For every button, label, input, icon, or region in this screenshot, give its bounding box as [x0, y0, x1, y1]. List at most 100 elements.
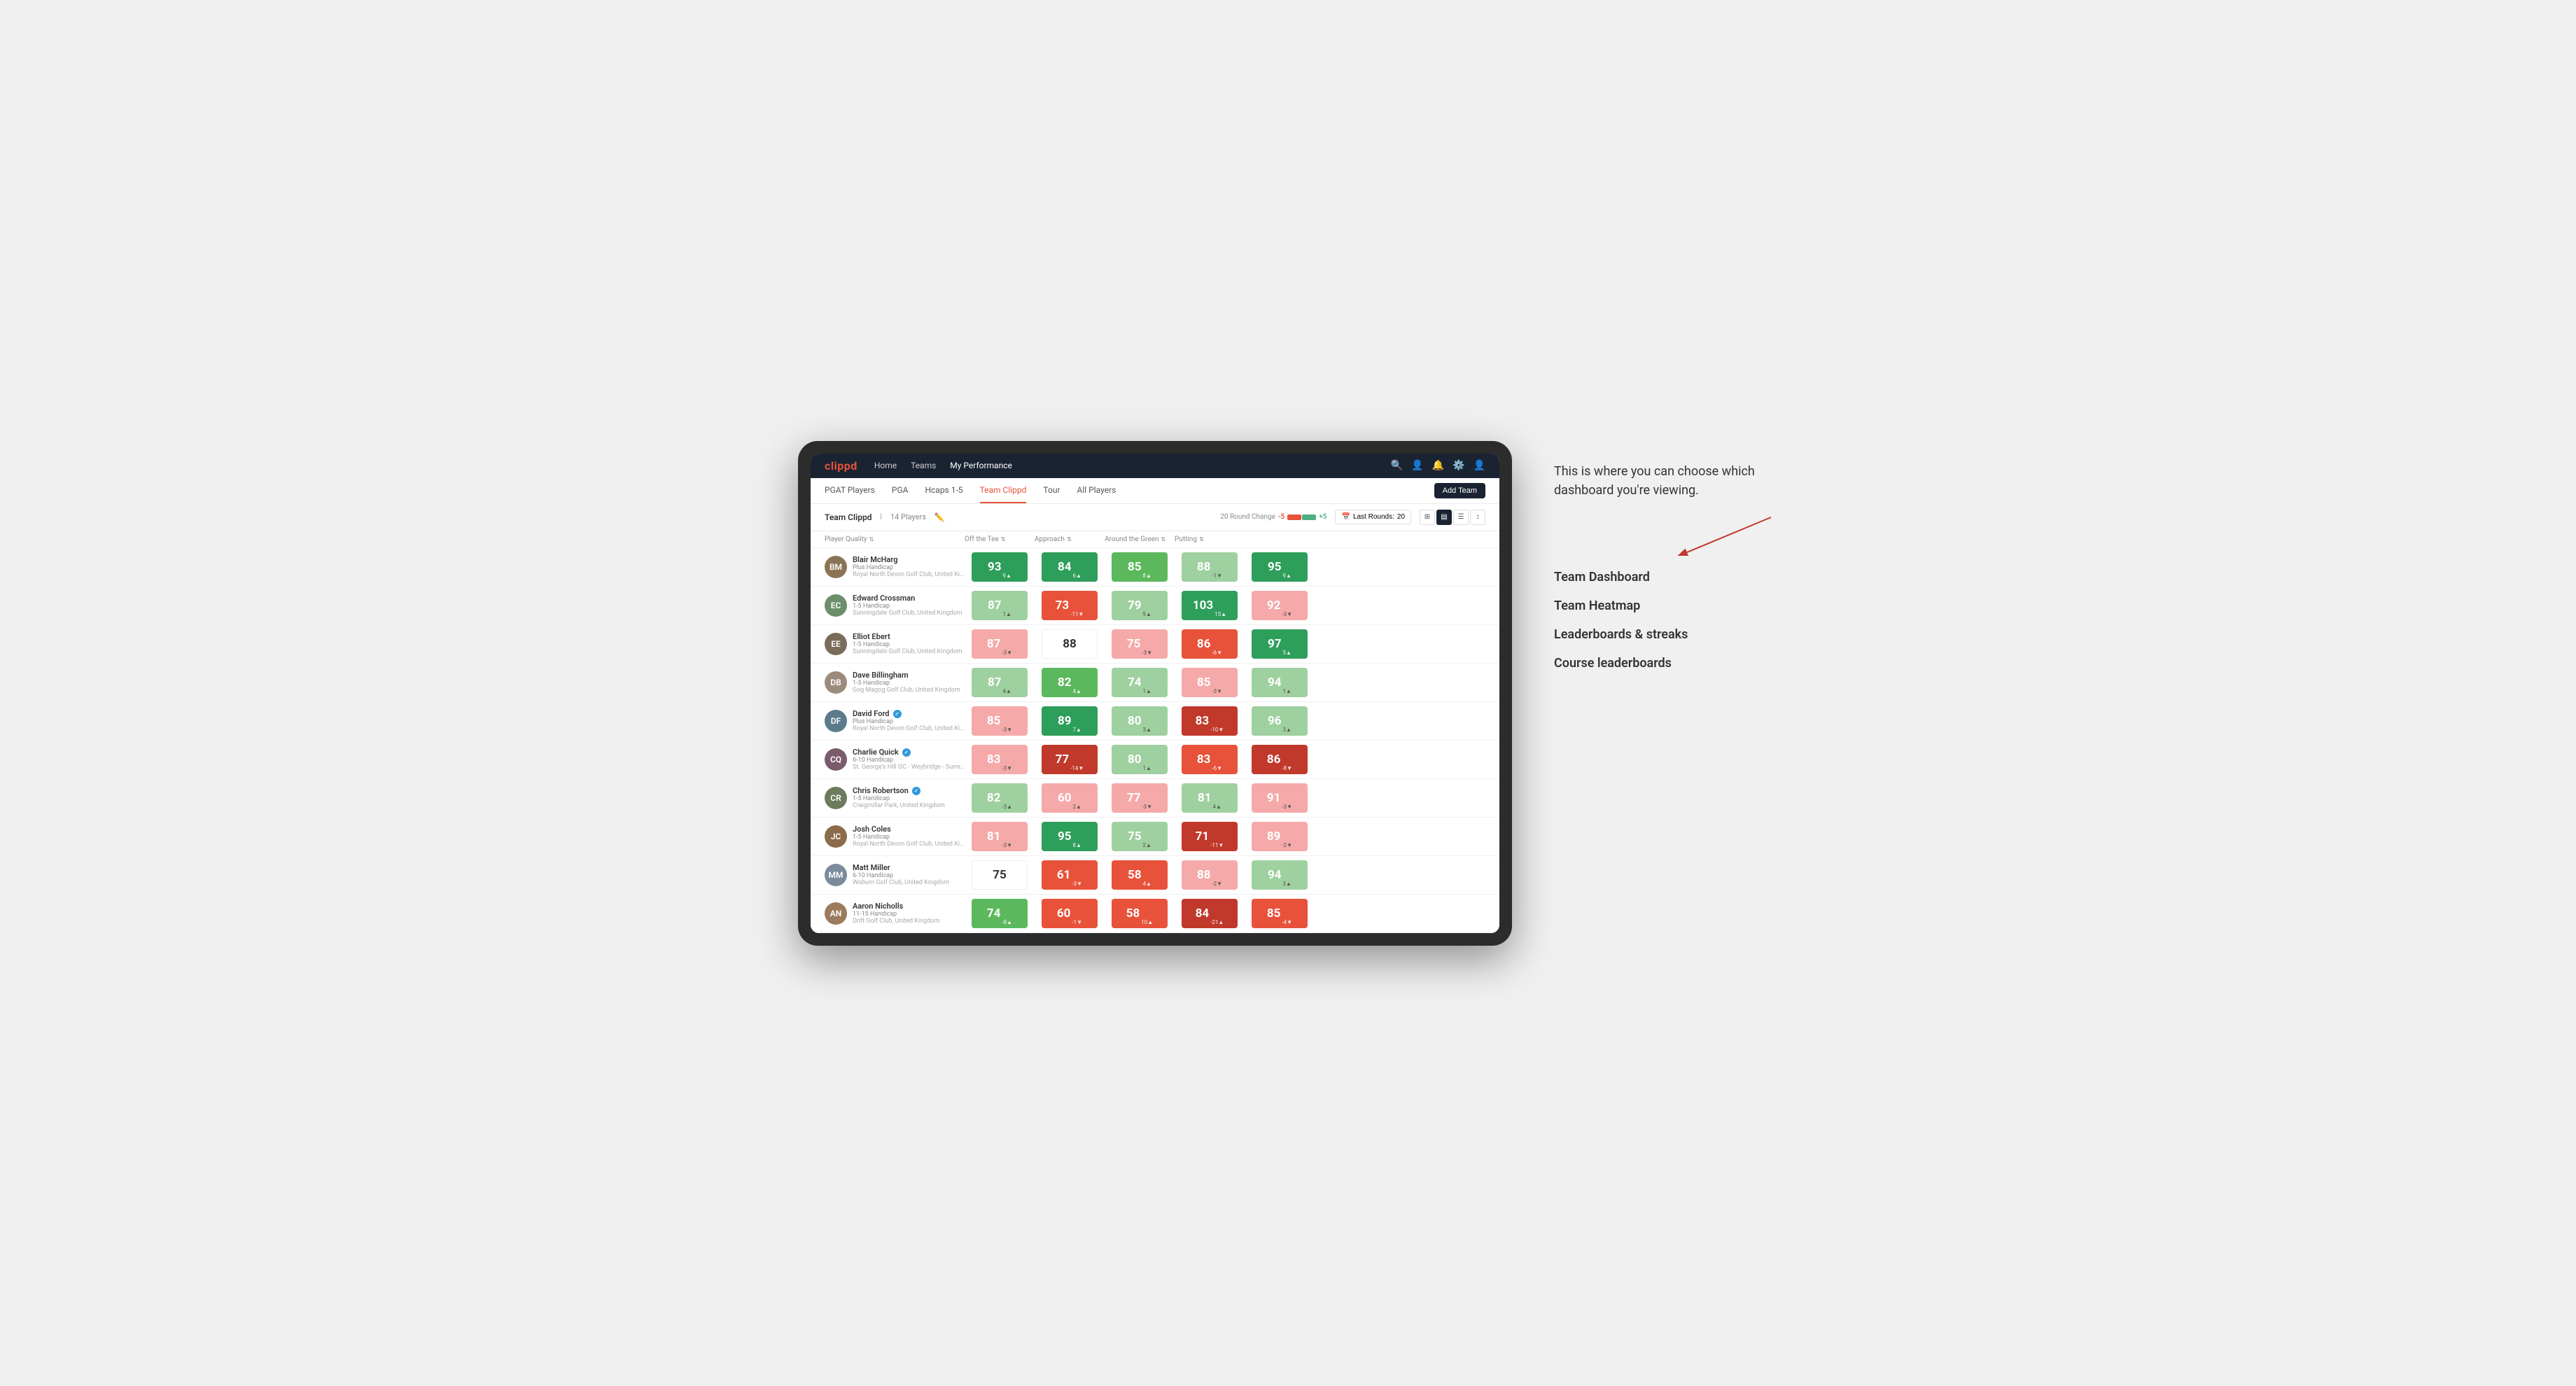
- table-column-headers: Player Quality ⇅ Off the Tee ⇅ Approach …: [811, 531, 1499, 548]
- player-info: CRChris Robertson✓1-5 HandicapCraigmilla…: [825, 786, 965, 809]
- nav-link-my-performance[interactable]: My Performance: [950, 461, 1012, 470]
- score-change: 1▲: [1143, 765, 1152, 771]
- score-box: 88-1▼: [1182, 552, 1238, 582]
- logo: clippd: [825, 459, 858, 472]
- avatar: BM: [825, 556, 847, 578]
- score-value: 88: [1063, 637, 1077, 651]
- score-value: 103: [1193, 598, 1213, 612]
- list-view-icon[interactable]: ☰: [1453, 510, 1469, 525]
- nav-link-home[interactable]: Home: [874, 461, 897, 470]
- player-info: ANAaron Nicholls11-15 HandicapDrift Golf…: [825, 902, 965, 925]
- score-cell-1: 958▲: [1035, 820, 1105, 853]
- subnav-tour[interactable]: Tour: [1043, 478, 1060, 503]
- score-value: 86: [1267, 752, 1281, 766]
- page-wrapper: clippd Home Teams My Performance 🔍 👤 🔔 ⚙…: [798, 441, 1778, 946]
- score-box: 824▲: [1042, 668, 1098, 697]
- table-row[interactable]: BMBlair McHargPlus HandicapRoyal North D…: [811, 548, 1499, 587]
- player-info: EC Edward Crossman1-5 HandicapSunningdale…: [825, 594, 965, 617]
- last-rounds-button[interactable]: 📅 Last Rounds: 20: [1335, 510, 1411, 524]
- score-box: 88-2▼: [1182, 860, 1238, 890]
- edit-icon[interactable]: ✏️: [934, 512, 945, 522]
- player-name: Aaron Nicholls: [853, 902, 939, 911]
- nav-link-teams[interactable]: Teams: [911, 461, 936, 470]
- score-cell-2: 5810▲: [1105, 897, 1175, 930]
- table-row[interactable]: JCJosh Coles1-5 HandicapRoyal North Devo…: [811, 818, 1499, 856]
- settings-icon[interactable]: ⚙️: [1452, 460, 1464, 471]
- subnav-pgat-players[interactable]: PGAT Players: [825, 478, 875, 503]
- subnav-hcaps[interactable]: Hcaps 1-5: [925, 478, 962, 503]
- grid-view-icon[interactable]: ⊞: [1420, 510, 1435, 525]
- score-change: -3▼: [1072, 881, 1082, 887]
- player-name: Chris Robertson✓: [853, 786, 945, 795]
- team-header: Team Clippd | 14 Players ✏️ 20 Round Cha…: [811, 504, 1499, 531]
- score-change: 5▲: [1283, 650, 1292, 656]
- top-nav: clippd Home Teams My Performance 🔍 👤 🔔 ⚙…: [811, 454, 1499, 478]
- player-details: Edward Crossman1-5 HandicapSunningdale G…: [853, 594, 962, 617]
- score-box: 85-3▼: [1182, 668, 1238, 697]
- table-row[interactable]: ANAaron Nicholls11-15 HandicapDrift Golf…: [811, 895, 1499, 933]
- avatar: AN: [825, 902, 847, 925]
- score-box: 941▲: [1252, 668, 1308, 697]
- verified-badge: ✓: [902, 748, 911, 757]
- score-box: 81-3▼: [972, 822, 1028, 851]
- player-details: Charlie Quick✓6-10 HandicapSt. George's …: [853, 748, 965, 771]
- score-cell-4: 85-4▼: [1245, 897, 1315, 930]
- score-value: 95: [1058, 830, 1072, 844]
- avatar: MM: [825, 864, 847, 886]
- score-change: -3▼: [1002, 727, 1012, 733]
- table-row[interactable]: DFDavid Ford✓Plus HandicapRoyal North De…: [811, 702, 1499, 741]
- score-change: 4▲: [1003, 688, 1011, 694]
- player-handicap: 1-5 Handicap: [853, 680, 960, 687]
- avatar: EC: [825, 594, 847, 617]
- table-view-icon[interactable]: ▤: [1436, 510, 1452, 525]
- score-change: 4▲: [1143, 881, 1152, 887]
- score-cell-3: 88-2▼: [1175, 859, 1245, 891]
- add-team-button[interactable]: Add Team: [1434, 483, 1485, 498]
- subnav-pga[interactable]: PGA: [892, 478, 909, 503]
- col-header-around-green: Around the Green ⇅: [1105, 536, 1175, 543]
- bell-icon[interactable]: 🔔: [1432, 460, 1444, 471]
- score-change: 15▲: [1214, 611, 1226, 617]
- score-change: 10▲: [1141, 919, 1153, 925]
- score-cell-0: 85-3▼: [965, 705, 1035, 737]
- verified-badge: ✓: [893, 710, 902, 718]
- score-cell-3: 88-1▼: [1175, 551, 1245, 583]
- table-row[interactable]: MMMatt Miller6-10 HandicapWoburn Golf Cl…: [811, 856, 1499, 895]
- score-value: 96: [1268, 714, 1282, 728]
- user-icon[interactable]: 👤: [1411, 460, 1423, 471]
- table-row[interactable]: EEElliot Ebert1-5 HandicapSunningdale Go…: [811, 625, 1499, 664]
- team-player-count: 14 Players: [890, 512, 926, 522]
- score-cell-4: 963▲: [1245, 705, 1315, 737]
- score-value: 80: [1128, 714, 1142, 728]
- player-club: Gog Magog Golf Club, United Kingdom: [853, 687, 960, 694]
- score-box: 84-21▲: [1182, 899, 1238, 928]
- score-value: 88: [1197, 560, 1211, 574]
- score-cell-3: 71-11▼: [1175, 820, 1245, 853]
- score-value: 84: [1058, 560, 1072, 574]
- score-box: 741▲: [1112, 668, 1168, 697]
- sub-nav: PGAT Players PGA Hcaps 1-5 Team Clippd T…: [811, 478, 1499, 504]
- avatar-icon[interactable]: 👤: [1474, 460, 1485, 471]
- table-row[interactable]: DBDave Billingham1-5 HandicapGog Magog G…: [811, 664, 1499, 702]
- score-cell-3: 83-6▼: [1175, 743, 1245, 776]
- score-cell-0: 82-3▲: [965, 782, 1035, 814]
- round-change-label: 20 Round Change -5 +5: [1220, 513, 1326, 521]
- table-row[interactable]: CQCharlie Quick✓6-10 HandicapSt. George'…: [811, 741, 1499, 779]
- score-change: -11▼: [1210, 842, 1224, 848]
- score-value: 75: [993, 868, 1007, 882]
- subnav-team-clippd[interactable]: Team Clippd: [980, 478, 1027, 503]
- sort-icon[interactable]: ↕: [1470, 510, 1485, 525]
- search-icon[interactable]: 🔍: [1391, 460, 1403, 471]
- score-box: 77-14▼: [1042, 745, 1098, 774]
- score-cell-2: 741▲: [1105, 666, 1175, 699]
- subnav-all-players[interactable]: All Players: [1077, 478, 1116, 503]
- score-cell-2: 858▲: [1105, 551, 1175, 583]
- annotation-item-course-leaderboards: Course leaderboards: [1554, 649, 1778, 678]
- score-value: 95: [1268, 560, 1282, 574]
- player-club: St. George's Hill GC - Weybridge - Surre…: [853, 764, 965, 771]
- score-cell-4: 89-2▼: [1245, 820, 1315, 853]
- table-row[interactable]: CRChris Robertson✓1-5 HandicapCraigmilla…: [811, 779, 1499, 818]
- player-club: Royal North Devon Golf Club, United King…: [853, 571, 965, 578]
- view-icons: ⊞ ▤ ☰ ↕: [1420, 510, 1485, 525]
- table-row[interactable]: EC Edward Crossman1-5 HandicapSunningdale…: [811, 587, 1499, 625]
